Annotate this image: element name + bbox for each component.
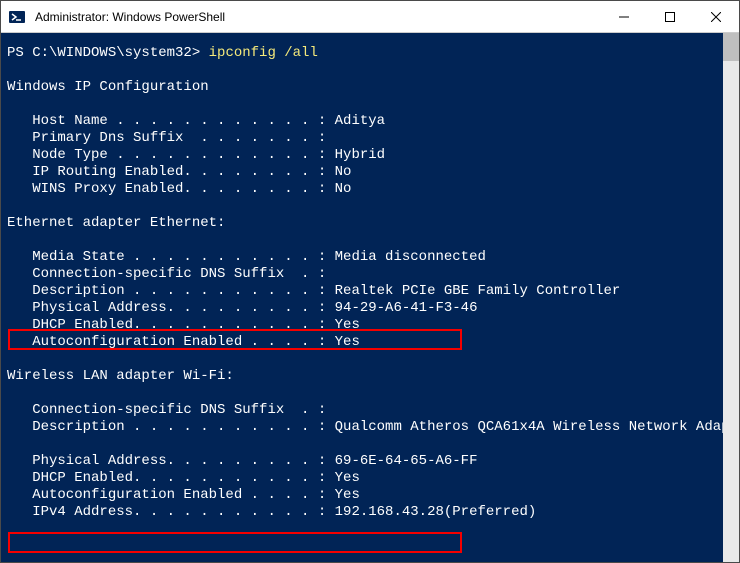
output-line: Media State . . . . . . . . . . . : Medi… <box>7 249 486 265</box>
output-line: DHCP Enabled. . . . . . . . . . . : Yes <box>7 470 360 486</box>
terminal-wrap: PS C:\WINDOWS\system32> ipconfig /all Wi… <box>1 33 739 562</box>
output-line: WINS Proxy Enabled. . . . . . . . : No <box>7 181 351 197</box>
window-titlebar: Administrator: Windows PowerShell <box>1 1 739 33</box>
minimize-button[interactable] <box>601 1 647 32</box>
output-line: IPv4 Address. . . . . . . . . . . : 192.… <box>7 504 536 520</box>
close-button[interactable] <box>693 1 739 32</box>
powershell-icon <box>9 9 25 25</box>
output-line: Ethernet adapter Ethernet: <box>7 215 225 231</box>
output-line: Description . . . . . . . . . . . : Qual… <box>7 419 723 435</box>
scrollbar-track[interactable] <box>723 33 739 562</box>
terminal[interactable]: PS C:\WINDOWS\system32> ipconfig /all Wi… <box>1 33 723 562</box>
prompt-command: ipconfig /all <box>209 45 318 61</box>
output-line: Description . . . . . . . . . . . : Real… <box>7 283 620 299</box>
output-line: Autoconfiguration Enabled . . . . : Yes <box>7 487 360 503</box>
output-line: Primary Dns Suffix . . . . . . . : <box>7 130 326 146</box>
output-line: Host Name . . . . . . . . . . . . : Adit… <box>7 113 385 129</box>
output-line: Physical Address. . . . . . . . . : 69-6… <box>7 453 477 469</box>
output-line: DHCP Enabled. . . . . . . . . . . : Yes <box>7 317 360 333</box>
scrollbar-thumb[interactable] <box>723 33 739 61</box>
output-line: Node Type . . . . . . . . . . . . : Hybr… <box>7 147 385 163</box>
output-line: Connection-specific DNS Suffix . : <box>7 266 326 282</box>
output-line: Physical Address. . . . . . . . . : 94-2… <box>7 300 477 316</box>
output-line: Windows IP Configuration <box>7 79 209 95</box>
output-line: IP Routing Enabled. . . . . . . . : No <box>7 164 351 180</box>
window-controls <box>601 1 739 32</box>
output-line: Connection-specific DNS Suffix . : <box>7 402 326 418</box>
window-title: Administrator: Windows PowerShell <box>35 10 601 24</box>
highlight-box <box>8 532 462 553</box>
output-line: Autoconfiguration Enabled . . . . : Yes <box>7 334 360 350</box>
prompt-prefix: PS C:\WINDOWS\system32> <box>7 45 209 61</box>
output-line: Wireless LAN adapter Wi-Fi: <box>7 368 234 384</box>
maximize-button[interactable] <box>647 1 693 32</box>
